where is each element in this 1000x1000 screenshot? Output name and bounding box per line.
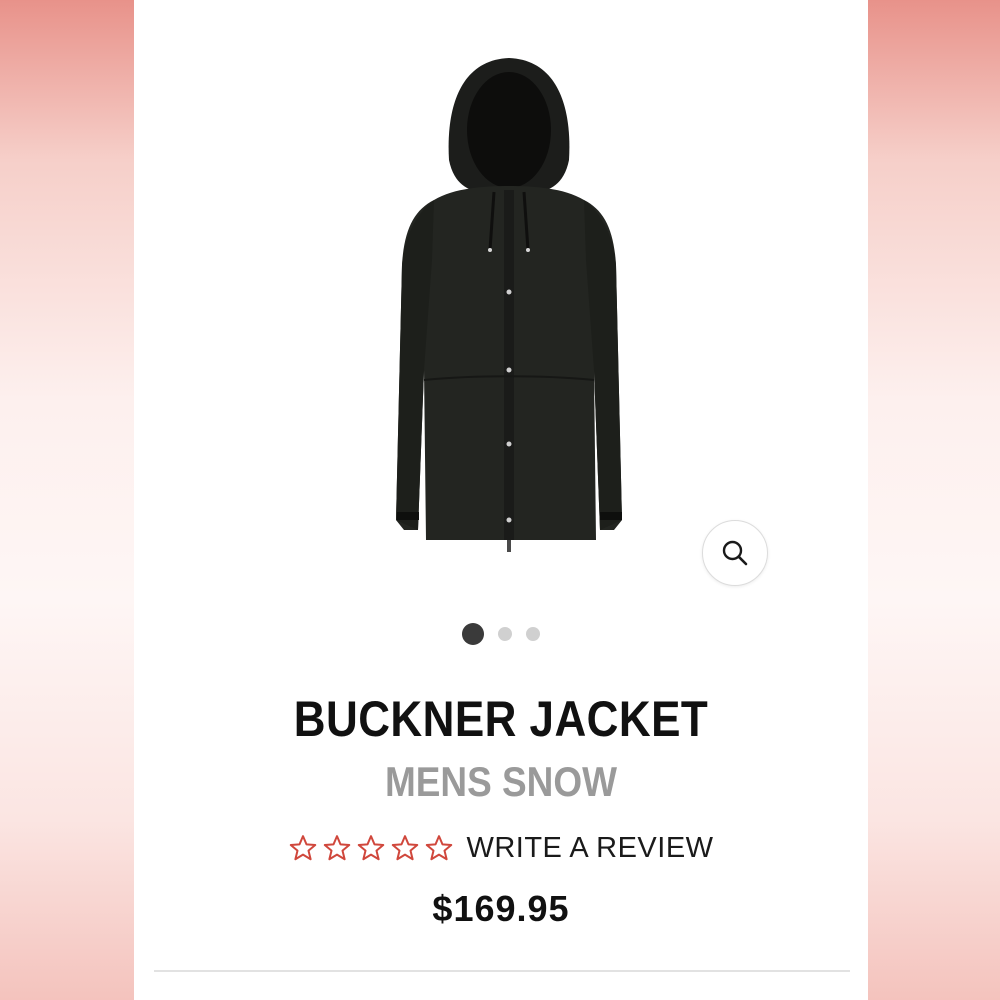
rating-row: WRITE A REVIEW bbox=[134, 828, 868, 868]
gallery-pagination bbox=[134, 622, 868, 646]
star-outline-icon bbox=[290, 835, 317, 861]
product-category: MENS SNOW bbox=[384, 758, 618, 805]
zoom-button[interactable] bbox=[702, 520, 768, 586]
hood-opening bbox=[467, 72, 551, 188]
product-image[interactable] bbox=[364, 50, 654, 570]
star-outline-icon bbox=[392, 835, 419, 861]
star-outline-icon bbox=[358, 835, 385, 861]
product-price: $169.95 bbox=[432, 888, 570, 929]
right-background-border bbox=[868, 0, 1000, 1000]
search-icon bbox=[722, 540, 748, 566]
star-outline-icon bbox=[324, 835, 351, 861]
write-review-link[interactable]: WRITE A REVIEW bbox=[466, 832, 713, 865]
screenshot-frame: BUCKNER JACKET MENS SNOW WRITE A REVIEW … bbox=[0, 0, 1000, 1000]
star-rating[interactable] bbox=[288, 833, 454, 863]
section-divider bbox=[154, 970, 850, 972]
product-page: BUCKNER JACKET MENS SNOW WRITE A REVIEW … bbox=[134, 0, 868, 1000]
star-outline-icon bbox=[426, 835, 453, 861]
product-title: BUCKNER JACKET bbox=[293, 691, 709, 747]
gallery-dot-3[interactable] bbox=[526, 627, 540, 641]
gallery-dot-2[interactable] bbox=[498, 627, 512, 641]
gallery-dot-1[interactable] bbox=[462, 623, 484, 645]
left-background-border bbox=[0, 0, 134, 1000]
